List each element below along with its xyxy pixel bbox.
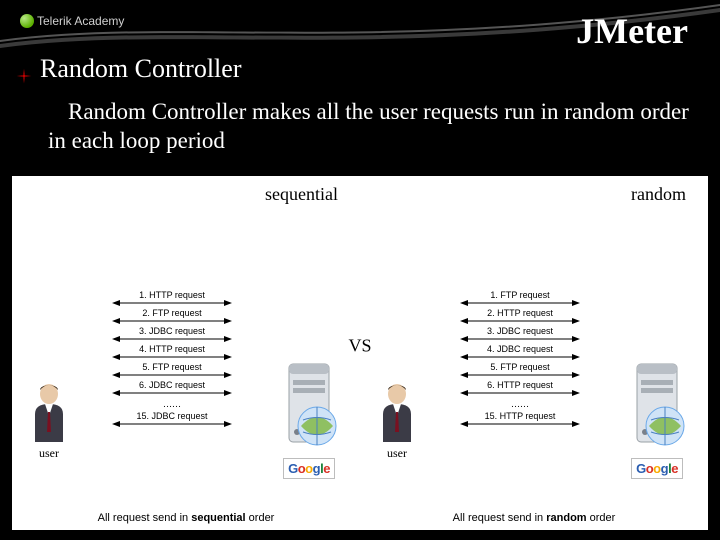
logo-text: Telerik Academy	[37, 14, 124, 28]
panel-sequential: sequential user 1. HTTP request 2. FTP r…	[12, 176, 360, 530]
heading-random-controller: Random Controller	[16, 54, 241, 84]
bullet-text: Random Controller makes all the user req…	[48, 98, 692, 156]
slide: Telerik Academy JMeter Random Controller…	[0, 0, 720, 540]
ellipsis: ……	[430, 399, 610, 409]
user-icon	[373, 382, 421, 444]
slide-title: JMeter	[576, 10, 688, 52]
logo: Telerik Academy	[20, 14, 124, 28]
google-logo: Google	[631, 458, 683, 479]
logo-mark-icon	[20, 14, 34, 28]
starburst-icon	[16, 61, 32, 77]
ellipsis: ……	[82, 399, 262, 409]
server-column: Google	[612, 207, 702, 509]
heading-text: Random Controller	[40, 54, 241, 84]
google-logo: Google	[283, 458, 335, 479]
user-label: user	[39, 446, 59, 461]
server-column: Google	[264, 207, 354, 509]
caption-sequential: All request send in sequential order	[18, 512, 354, 524]
user-icon	[25, 382, 73, 444]
diagram-area: sequential user 1. HTTP request 2. FTP r…	[12, 176, 708, 530]
user-label: user	[387, 446, 407, 461]
user-column: user	[366, 207, 428, 509]
server-icon	[621, 360, 693, 456]
mode-label-sequential: sequential	[18, 184, 354, 205]
panel-random: random user 1. FTP request 2. HTTP reque…	[360, 176, 708, 530]
starburst-icon	[48, 99, 62, 113]
caption-random: All request send in random order	[366, 512, 702, 524]
requests-sequential: 1. HTTP request 2. FTP request 3. JDBC r…	[80, 207, 264, 509]
user-column: user	[18, 207, 80, 509]
server-icon	[273, 360, 345, 456]
mode-label-random: random	[366, 184, 702, 205]
requests-random: 1. FTP request 2. HTTP request 3. JDBC r…	[428, 207, 612, 509]
